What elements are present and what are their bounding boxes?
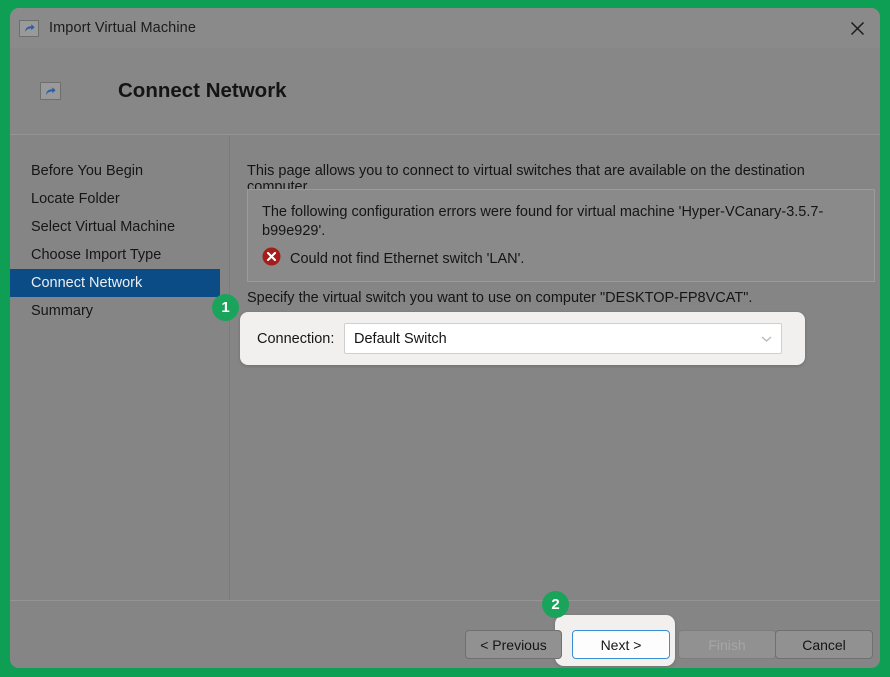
window-title: Import Virtual Machine (49, 20, 196, 36)
finish-button: Finish (678, 630, 776, 659)
previous-button[interactable]: < Previous (465, 630, 562, 659)
sidebar-item-label: Locate Folder (31, 191, 120, 207)
annotation-badge-2: 2 (542, 591, 569, 618)
configuration-errors-panel: The following configuration errors were … (247, 189, 875, 282)
title-bar: Import Virtual Machine (10, 8, 880, 48)
main-content: This page allows you to connect to virtu… (230, 135, 880, 600)
connection-selected-value: Default Switch (354, 330, 447, 347)
error-circle-x-icon (262, 247, 281, 271)
page-header: Connect Network (10, 48, 880, 134)
sidebar-item-connect-network[interactable]: Connect Network (10, 269, 220, 297)
chevron-down-icon (761, 335, 772, 342)
sidebar-item-select-virtual-machine[interactable]: Select Virtual Machine (10, 213, 220, 241)
sidebar-item-choose-import-type[interactable]: Choose Import Type (10, 241, 220, 269)
error-message: Could not find Ethernet switch 'LAN'. (290, 251, 525, 267)
annotation-badge-1: 1 (212, 294, 239, 321)
import-vm-icon (40, 82, 61, 100)
sidebar-item-before-you-begin[interactable]: Before You Begin (10, 157, 220, 185)
import-virtual-machine-dialog: Import Virtual Machine Connect Network B… (10, 8, 880, 668)
cancel-button[interactable]: Cancel (775, 630, 873, 659)
sidebar-item-locate-folder[interactable]: Locate Folder (10, 185, 220, 213)
sidebar-item-label: Summary (31, 303, 94, 319)
sidebar-item-label: Connect Network (31, 275, 143, 291)
connection-dropdown[interactable]: Default Switch (344, 323, 782, 354)
connection-row: Connection: Default Switch (240, 312, 805, 365)
connection-label: Connection: (257, 330, 335, 347)
dialog-footer: < Previous Next > Finish Cancel (10, 601, 880, 668)
sidebar-item-summary[interactable]: Summary (10, 297, 220, 325)
error-row: Could not find Ethernet switch 'LAN'. (262, 247, 524, 271)
sidebar-item-label: Choose Import Type (31, 247, 162, 263)
error-description: The following configuration errors were … (262, 204, 824, 239)
page-title: Connect Network (118, 79, 287, 102)
import-vm-icon (19, 19, 39, 37)
sidebar-item-label: Before You Begin (31, 163, 144, 179)
sidebar-item-label: Select Virtual Machine (31, 219, 176, 235)
next-button[interactable]: Next > (572, 630, 670, 659)
dialog-body: Before You Begin Locate Folder Select Vi… (10, 135, 880, 600)
wizard-step-list: Before You Begin Locate Folder Select Vi… (10, 135, 220, 600)
screenshot-root: Import Virtual Machine Connect Network B… (0, 0, 890, 677)
close-icon[interactable] (834, 8, 880, 48)
specify-switch-text: Specify the virtual switch you want to u… (247, 290, 753, 306)
